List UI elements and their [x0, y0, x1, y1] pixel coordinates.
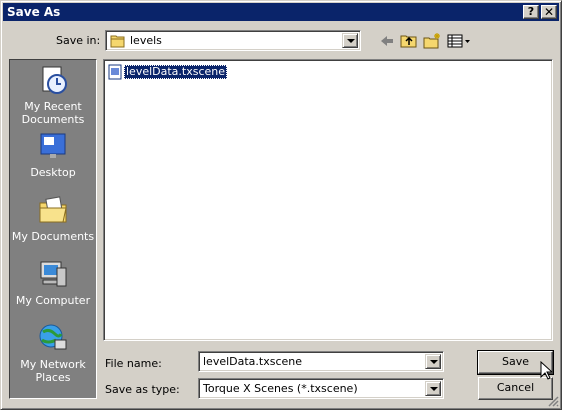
up-folder-icon[interactable]: [399, 31, 419, 51]
save-in-value: levels: [130, 34, 162, 47]
help-button[interactable]: ?: [523, 5, 539, 19]
file-name-field[interactable]: levelData.txscene: [198, 351, 444, 372]
close-button[interactable]: ✕: [541, 5, 557, 19]
file-list[interactable]: levelData.txscene: [103, 59, 553, 341]
resize-grip-icon[interactable]: [547, 395, 559, 407]
save-as-type-label: Save as type:: [105, 383, 180, 396]
views-menu-icon[interactable]: [446, 31, 472, 51]
my-computer-icon: [40, 261, 67, 287]
save-in-dropdown[interactable]: levels: [105, 30, 361, 51]
file-icon: [108, 64, 122, 80]
desktop-icon: [40, 133, 66, 158]
mouse-cursor-icon: [540, 361, 552, 380]
file-name-label: File name:: [105, 357, 162, 370]
place-desktop[interactable]: Desktop: [10, 130, 96, 179]
back-arrow-icon[interactable]: [377, 31, 397, 51]
title-bar[interactable]: Save As ? ✕: [3, 3, 559, 21]
file-name-label: levelData.txscene: [124, 65, 228, 79]
dialog-title: Save As: [7, 5, 61, 19]
save-as-type-value: Torque X Scenes (*.txscene): [203, 382, 358, 395]
place-recent-documents[interactable]: My Recent Documents: [10, 64, 96, 126]
new-folder-icon[interactable]: [422, 31, 442, 51]
place-my-documents[interactable]: My Documents: [10, 194, 96, 243]
save-as-type-dropdown[interactable]: Torque X Scenes (*.txscene): [198, 378, 444, 399]
place-network-places[interactable]: My Network Places: [10, 322, 96, 384]
place-my-computer[interactable]: My Computer: [10, 258, 96, 307]
save-in-label: Save in:: [56, 34, 101, 47]
places-bar: My Recent Documents Desktop My Documents: [9, 59, 97, 399]
chevron-down-icon[interactable]: [425, 381, 441, 396]
folder-icon: [110, 35, 125, 48]
save-as-dialog: Save As ? ✕ Save in: levels My Recent Do…: [0, 0, 562, 410]
my-documents-icon: [39, 196, 67, 223]
chevron-down-icon[interactable]: [342, 33, 358, 48]
chevron-down-icon[interactable]: [425, 354, 441, 369]
recent-documents-icon: [42, 66, 67, 94]
file-name-value: levelData.txscene: [203, 355, 303, 368]
network-places-icon: [39, 324, 67, 350]
